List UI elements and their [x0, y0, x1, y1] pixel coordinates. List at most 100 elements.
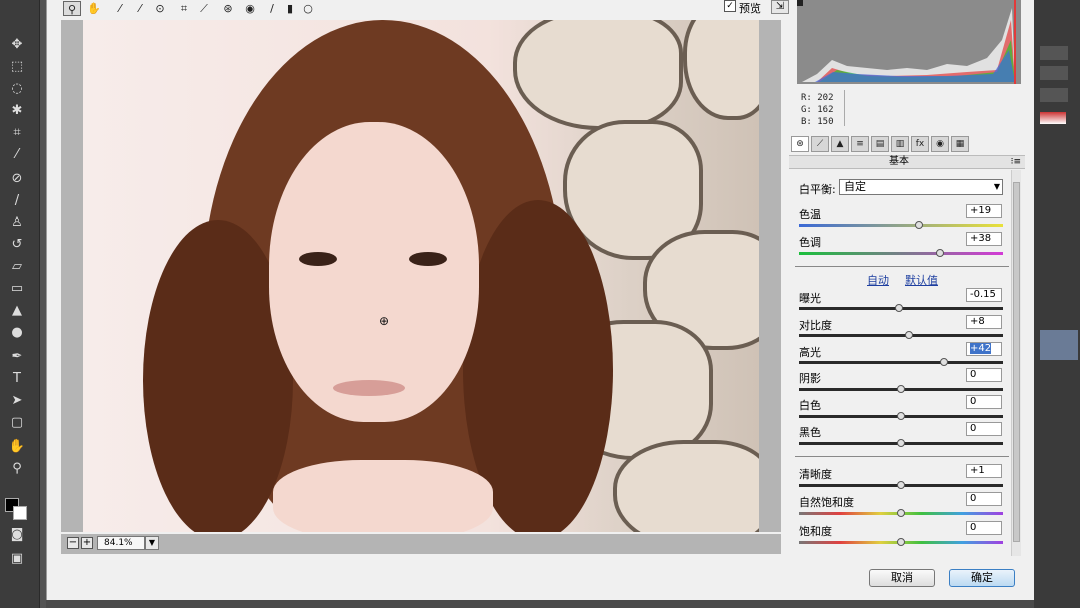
magic-wand-icon[interactable]: ✱	[8, 102, 26, 120]
shape-tool-icon[interactable]: ▢	[8, 414, 26, 432]
crop-icon[interactable]: ⌗	[175, 1, 193, 16]
clarity-thumb[interactable]	[897, 481, 905, 489]
contrast-field[interactable]: +8	[966, 315, 1002, 329]
preview-checkbox[interactable]: ✓	[724, 0, 736, 12]
history-brush-icon[interactable]: ↺	[8, 236, 26, 254]
whites-field[interactable]: 0	[966, 395, 1002, 409]
zoom-icon[interactable]: ⚲	[63, 1, 81, 16]
zoom-dropdown-icon[interactable]: ▼	[145, 536, 159, 550]
blacks-field[interactable]: 0	[966, 422, 1002, 436]
pen-tool-icon[interactable]: ✒	[8, 348, 26, 366]
highlights-thumb[interactable]	[939, 358, 948, 366]
clarity-track[interactable]	[799, 481, 1003, 489]
basic-panel: 白平衡: 自定 ▼ 色温 +19 色调 +38 自动 默认值 曝光 -0.15 …	[789, 170, 1025, 556]
tint-field[interactable]: +38	[966, 232, 1002, 246]
gradient-tool-icon[interactable]: ▭	[8, 280, 26, 298]
red-eye-icon[interactable]: ◉	[241, 1, 259, 16]
whites-track[interactable]	[799, 412, 1003, 420]
temperature-track[interactable]	[799, 221, 1003, 229]
tint-track[interactable]	[799, 249, 1003, 257]
panel-scrollbar[interactable]	[1011, 170, 1021, 556]
tab-tone-curve[interactable]: ⟋	[811, 136, 829, 152]
zoom-in-button[interactable]: +	[81, 537, 93, 549]
color-swatch	[1040, 112, 1066, 124]
contrast-track[interactable]	[799, 331, 1003, 339]
marquee-tool-icon[interactable]: ⬚	[8, 58, 26, 76]
white-balance-icon[interactable]: ⁄	[111, 1, 129, 16]
temperature-field[interactable]: +19	[966, 204, 1002, 218]
color-sampler-icon[interactable]: ⁄	[131, 1, 149, 16]
brush-icon[interactable]: /	[263, 1, 281, 16]
preview-canvas[interactable]: ⊕	[61, 20, 781, 532]
highlights-field[interactable]: +42	[966, 342, 1002, 356]
lasso-tool-icon[interactable]: ◌	[8, 80, 26, 98]
tab-basic[interactable]: ⊛	[791, 136, 809, 152]
hand-icon[interactable]: ✋	[85, 1, 103, 16]
eraser-tool-icon[interactable]: ▱	[8, 258, 26, 276]
tab-camera-calibration[interactable]: ◉	[931, 136, 949, 152]
path-select-icon[interactable]: ➤	[8, 392, 26, 410]
shadows-field[interactable]: 0	[966, 368, 1002, 382]
tab-lens[interactable]: ▥	[891, 136, 909, 152]
brush-tool-icon[interactable]: /	[8, 192, 26, 210]
temperature-thumb[interactable]	[915, 221, 924, 229]
default-link[interactable]: 默认值	[905, 272, 938, 288]
graduated-filter-icon[interactable]: ▮	[281, 1, 299, 16]
shadows-track[interactable]	[799, 385, 1003, 393]
saturation-track[interactable]	[799, 538, 1003, 546]
highlights-track[interactable]	[799, 358, 1003, 366]
ok-button[interactable]: 确定	[949, 569, 1015, 587]
zoom-out-button[interactable]: −	[67, 537, 79, 549]
blacks-track[interactable]	[799, 439, 1003, 447]
shadows-thumb[interactable]	[897, 385, 905, 393]
straighten-icon[interactable]: ⟋	[195, 1, 213, 16]
rgb-readout: R: 202 G: 162 B: 150	[801, 92, 841, 128]
vibrance-thumb[interactable]	[897, 509, 905, 517]
tab-split-toning[interactable]: ▤	[871, 136, 889, 152]
quick-mask-icon[interactable]: ◙	[8, 526, 26, 544]
cancel-button[interactable]: 取消	[869, 569, 935, 587]
radial-filter-icon[interactable]: ○	[299, 1, 317, 16]
move-tool-icon[interactable]: ✥	[8, 36, 26, 54]
spot-removal-icon[interactable]: ⊛	[219, 1, 237, 16]
dodge-tool-icon[interactable]: ●	[8, 324, 26, 342]
eyedropper-tool-icon[interactable]: ⁄	[8, 146, 26, 164]
exposure-track[interactable]	[799, 304, 1003, 312]
exposure-thumb[interactable]	[894, 304, 903, 312]
white-balance-select[interactable]: 自定 ▼	[839, 179, 1003, 195]
stamp-tool-icon[interactable]: ♙	[8, 214, 26, 232]
blur-tool-icon[interactable]: ▲	[8, 302, 26, 320]
whites-thumb[interactable]	[897, 412, 905, 420]
layer-thumbnail[interactable]	[1040, 330, 1078, 360]
panel-strip	[1040, 46, 1068, 60]
zoom-level-field[interactable]: 84.1%	[97, 536, 145, 550]
readout-b: B: 150	[801, 117, 834, 127]
photoshop-right-panels	[1030, 0, 1080, 608]
panel-menu-icon[interactable]: ⁝≡	[1011, 156, 1021, 168]
clarity-field[interactable]: +1	[966, 464, 1002, 478]
tab-presets[interactable]: ▦	[951, 136, 969, 152]
stone	[513, 20, 683, 130]
saturation-field[interactable]: 0	[966, 521, 1002, 535]
fullscreen-button[interactable]: ⇲	[771, 0, 789, 14]
type-tool-icon[interactable]: T	[8, 370, 26, 388]
saturation-thumb[interactable]	[897, 538, 905, 546]
vibrance-field[interactable]: 0	[966, 492, 1002, 506]
tab-effects[interactable]: fx	[911, 136, 929, 152]
zoom-tool-icon[interactable]: ⚲	[8, 460, 26, 478]
vibrance-track[interactable]	[799, 509, 1003, 517]
target-adjust-icon[interactable]: ⊙	[151, 1, 169, 16]
auto-link[interactable]: 自动	[867, 272, 889, 288]
crop-tool-icon[interactable]: ⌗	[8, 124, 26, 142]
contrast-thumb[interactable]	[905, 331, 914, 339]
screen-mode-icon[interactable]: ▣	[8, 550, 26, 568]
tab-detail[interactable]: ▲	[831, 136, 849, 152]
hand-tool-icon[interactable]: ✋	[8, 438, 26, 456]
scrollbar-thumb[interactable]	[1013, 182, 1020, 542]
tab-hsl[interactable]: ≡	[851, 136, 869, 152]
tint-thumb[interactable]	[935, 249, 944, 257]
exposure-field[interactable]: -0.15	[966, 288, 1002, 302]
healing-brush-icon[interactable]: ⊘	[8, 170, 26, 188]
background-color-swatch[interactable]	[13, 506, 27, 520]
blacks-thumb[interactable]	[897, 439, 905, 447]
